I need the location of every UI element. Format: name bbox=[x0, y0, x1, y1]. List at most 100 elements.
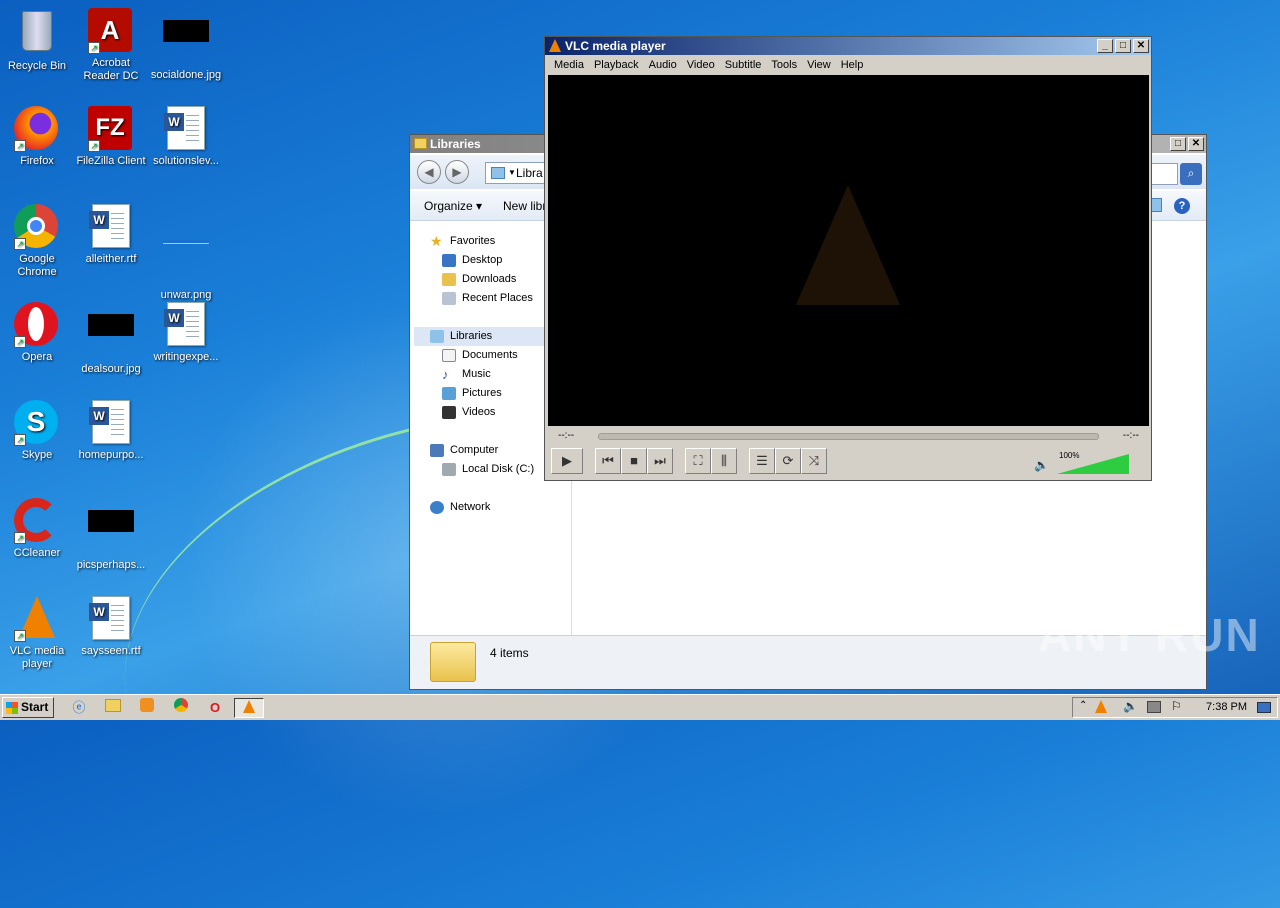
vlc-window[interactable]: VLC media player _ □ ✕ Media Playback Au… bbox=[544, 36, 1152, 481]
desktop-icon-skype[interactable]: S ↗ Skype bbox=[0, 400, 74, 462]
nav-item-pictures[interactable]: Pictures bbox=[442, 384, 502, 403]
vlc-cone-watermark-icon bbox=[796, 185, 900, 305]
vlc-menubar: Media Playback Audio Video Subtitle Tool… bbox=[545, 55, 1151, 75]
seek-slider[interactable] bbox=[598, 433, 1099, 440]
show-desktop-icon[interactable] bbox=[1257, 702, 1271, 713]
organize-button[interactable]: Organize ▾ bbox=[424, 191, 482, 221]
maximize-button[interactable]: □ bbox=[1115, 39, 1131, 53]
desktop-icon-homepurpo[interactable]: W homepurpo... bbox=[74, 400, 148, 462]
desktop-icon-vlc[interactable]: ↗ VLC media player bbox=[0, 596, 74, 671]
stop-button[interactable]: ■ bbox=[621, 448, 647, 474]
close-button[interactable]: ✕ bbox=[1188, 137, 1204, 151]
star-icon: ★ bbox=[430, 232, 443, 249]
playlist-button[interactable]: ☰ bbox=[749, 448, 775, 474]
library-icon bbox=[491, 167, 505, 179]
image-file-icon bbox=[88, 314, 134, 360]
desktop-icon-socialdone[interactable]: socialdone.jpg bbox=[149, 8, 223, 82]
loop-button[interactable]: ⟳ bbox=[775, 448, 801, 474]
start-button[interactable]: Start bbox=[2, 697, 54, 718]
vlc-taskbar-button[interactable] bbox=[234, 698, 264, 718]
menu-playback[interactable]: Playback bbox=[589, 55, 644, 75]
play-button[interactable]: ▶ bbox=[551, 448, 583, 474]
filezilla-icon: FZ ↗ bbox=[88, 106, 134, 152]
desktop-icon-saysseen[interactable]: W saysseen.rtf bbox=[74, 596, 148, 658]
item-count: 4 items bbox=[490, 646, 529, 660]
show-hidden-icons-icon[interactable]: ⌃ bbox=[1079, 700, 1087, 711]
desktop-icon-writingexpe[interactable]: W writingexpe... bbox=[149, 302, 223, 364]
vlc-cone-icon bbox=[549, 39, 561, 52]
recycle-bin-icon bbox=[14, 11, 60, 57]
folder-icon bbox=[414, 138, 427, 149]
extended-settings-button[interactable]: ⫼ bbox=[711, 448, 737, 474]
nav-item-local-disk[interactable]: Local Disk (C:) bbox=[442, 460, 534, 479]
desktop-icon-dealsour[interactable]: dealsour.jpg bbox=[74, 302, 148, 376]
desktop-icon-chrome[interactable]: ↗ Google Chrome bbox=[0, 204, 74, 279]
media-player-icon[interactable] bbox=[136, 698, 158, 718]
maximize-button[interactable]: □ bbox=[1170, 137, 1186, 151]
opera-taskbar-icon[interactable]: O bbox=[204, 698, 226, 718]
fullscreen-button[interactable]: ⛶ bbox=[685, 448, 711, 474]
desktop-icon-alleither[interactable]: W alleither.rtf bbox=[74, 204, 148, 266]
word-doc-icon: W bbox=[163, 106, 209, 152]
desktop-icon-firefox[interactable]: ↗ Firefox bbox=[0, 106, 74, 168]
forward-button[interactable]: ▶ bbox=[445, 160, 469, 184]
video-area[interactable] bbox=[548, 75, 1149, 426]
vlc-title: VLC media player bbox=[565, 39, 666, 53]
desktop-icon-opera[interactable]: ↗ Opera bbox=[0, 302, 74, 364]
nav-item-network[interactable]: Network bbox=[430, 498, 490, 517]
shuffle-button[interactable]: ⤨ bbox=[801, 448, 827, 474]
nav-item-documents[interactable]: Documents bbox=[442, 346, 518, 365]
disk-drive-icon bbox=[442, 462, 456, 476]
help-icon[interactable]: ? bbox=[1174, 198, 1190, 214]
pictures-icon bbox=[442, 386, 456, 400]
nav-item-downloads[interactable]: Downloads bbox=[442, 270, 516, 289]
volume-slider[interactable]: 100% bbox=[1057, 451, 1129, 476]
ccleaner-icon: ↗ bbox=[14, 498, 60, 544]
desktop-icon-filezilla[interactable]: FZ ↗ FileZilla Client bbox=[74, 106, 148, 168]
menu-audio[interactable]: Audio bbox=[644, 55, 682, 75]
desktop-icon-ccleaner[interactable]: ↗ CCleaner bbox=[0, 498, 74, 560]
next-button[interactable]: ⏭ bbox=[647, 448, 673, 474]
search-icon[interactable]: ⌕ bbox=[1180, 163, 1202, 185]
explorer-taskbar-icon[interactable] bbox=[102, 698, 124, 718]
back-button[interactable]: ◀ bbox=[417, 160, 441, 184]
menu-view[interactable]: View bbox=[802, 55, 836, 75]
nav-item-music[interactable]: ♪ Music bbox=[442, 365, 491, 384]
speaker-icon[interactable]: 🔈 bbox=[1034, 458, 1049, 472]
nav-item-libraries[interactable]: Libraries bbox=[430, 327, 492, 346]
close-button[interactable]: ✕ bbox=[1133, 39, 1149, 53]
network-icon bbox=[430, 500, 444, 514]
nav-item-computer[interactable]: Computer bbox=[430, 441, 498, 460]
clock[interactable]: 7:38 PM bbox=[1206, 701, 1247, 713]
image-file-icon bbox=[88, 510, 134, 556]
nav-item-recent-places[interactable]: Recent Places bbox=[442, 289, 533, 308]
previous-button[interactable]: ⏮ bbox=[595, 448, 621, 474]
vlc-tray-icon[interactable] bbox=[1095, 700, 1107, 713]
internet-explorer-icon[interactable]: ⓔ bbox=[68, 698, 90, 718]
menu-help[interactable]: Help bbox=[836, 55, 869, 75]
desktop-icon-unwar[interactable]: unwar.png bbox=[149, 204, 223, 302]
desktop-icon-recycle-bin[interactable]: Recycle Bin bbox=[0, 8, 74, 73]
documents-icon bbox=[442, 348, 456, 362]
desktop-icon-picsperhaps[interactable]: picsperhaps... bbox=[74, 498, 148, 572]
volume-percent: 100% bbox=[1059, 451, 1080, 460]
menu-subtitle[interactable]: Subtitle bbox=[720, 55, 767, 75]
vlc-titlebar[interactable]: VLC media player _ □ ✕ bbox=[545, 37, 1151, 55]
action-center-flag-icon[interactable]: ⚐ bbox=[1171, 699, 1182, 713]
menu-video[interactable]: Video bbox=[682, 55, 720, 75]
nav-item-favorites[interactable]: ★ Favorites bbox=[430, 232, 495, 251]
acrobat-icon: A ↗ bbox=[88, 8, 134, 54]
system-tray: ⌃ 🔈 ⚐ 7:38 PM bbox=[1072, 697, 1278, 718]
recent-places-icon bbox=[442, 291, 456, 305]
desktop-icon-acrobat[interactable]: A ↗ Acrobat Reader DC bbox=[74, 8, 148, 83]
chrome-taskbar-icon[interactable] bbox=[170, 698, 192, 718]
minimize-button[interactable]: _ bbox=[1097, 39, 1113, 53]
network-tray-icon[interactable] bbox=[1147, 701, 1161, 713]
nav-item-desktop[interactable]: Desktop bbox=[442, 251, 502, 270]
nav-item-videos[interactable]: Videos bbox=[442, 403, 495, 422]
menu-tools[interactable]: Tools bbox=[766, 55, 802, 75]
music-icon: ♪ bbox=[442, 366, 449, 382]
menu-media[interactable]: Media bbox=[549, 55, 589, 75]
volume-tray-icon[interactable]: 🔈 bbox=[1123, 699, 1138, 713]
desktop-icon-solutionslev[interactable]: W solutionslev... bbox=[149, 106, 223, 168]
